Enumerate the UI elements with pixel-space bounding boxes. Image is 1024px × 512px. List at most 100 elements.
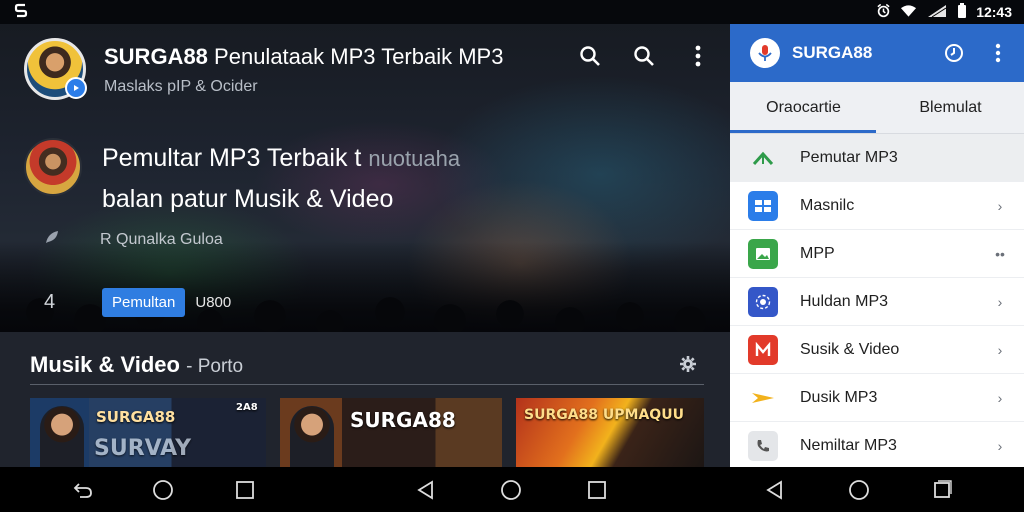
channel-header: SURGA88 Penulataak MP3 Terbaik MP3 Masla… — [24, 38, 503, 100]
list-item[interactable]: MPP •• — [730, 230, 1024, 278]
search-icon[interactable] — [578, 44, 602, 68]
chevron-right-icon: › — [997, 293, 1003, 310]
card-thumbnail — [290, 406, 334, 468]
app-title: SURGA88 Penulataak MP3 Terbaik MP3 — [104, 44, 503, 70]
signal-icon — [926, 4, 948, 21]
play-button[interactable]: Pemultan — [102, 288, 186, 317]
side-panel: SURGA88 Oraocartie Blemulat Pemutar MP3 — [730, 24, 1024, 467]
wifi-icon — [900, 4, 917, 21]
hero-actions — [578, 44, 710, 68]
card-badge: 2A8 — [236, 402, 258, 413]
list-item-label: Nemiltar MP3 — [800, 436, 897, 454]
channel-text: SURGA88 Penulataak MP3 Terbaik MP3 Masla… — [104, 44, 503, 96]
list-item-label: Dusik MP3 — [800, 388, 878, 406]
featured-title-ghost: nuotuaha — [368, 146, 461, 171]
list-item[interactable]: Dusik MP3 › — [730, 374, 1024, 422]
home-icon[interactable] — [150, 477, 176, 503]
app-title-rest: Penulataak MP3 Terbaik MP3 — [214, 44, 504, 69]
list-item[interactable]: Pemutar MP3 — [730, 134, 1024, 182]
tab-first[interactable]: Oraocartie — [730, 82, 877, 133]
video-card[interactable]: SURGA88 SURVAY 2A8 — [30, 398, 266, 468]
dots-icon: •• — [995, 245, 1005, 262]
chevron-right-icon: › — [997, 341, 1003, 358]
play-arrow-icon — [748, 383, 778, 413]
list-item[interactable]: Nemiltar MP3 › — [730, 422, 1024, 467]
grid-icon — [748, 190, 778, 221]
status-time: 12:43 — [976, 4, 1012, 20]
microphone-icon — [750, 38, 780, 68]
list-item-label: Huldan MP3 — [800, 292, 889, 310]
chevron-right-icon: › — [997, 197, 1003, 214]
back-triangle-icon[interactable] — [413, 477, 439, 503]
app-logo-icon — [14, 2, 28, 22]
featured-item[interactable]: Pemultar MP3 Terbaik t nuotuaha balan pa… — [24, 138, 460, 219]
search-icon[interactable] — [632, 44, 656, 68]
featured-title-line1: Pemultar MP3 Terbaik t nuotuaha — [102, 138, 460, 179]
list-item[interactable]: Susik & Video › — [730, 326, 1024, 374]
back-triangle-icon[interactable] — [762, 477, 788, 503]
card-title: SURGA88 — [96, 408, 176, 426]
app-name: SURGA88 — [104, 44, 208, 69]
more-vert-icon[interactable] — [686, 44, 710, 68]
more-vert-icon[interactable] — [986, 41, 1010, 65]
section-title-main: Musik & Video — [30, 352, 180, 377]
video-card[interactable]: SURGA88 — [280, 398, 502, 468]
recents-icon[interactable] — [232, 477, 258, 503]
list-item[interactable]: Masnilc › — [730, 182, 1024, 230]
featured-text: Pemultar MP3 Terbaik t nuotuaha balan pa… — [102, 138, 460, 219]
list-item[interactable]: Huldan MP3 › — [730, 278, 1024, 326]
section-title-sub: - Porto — [186, 356, 244, 377]
meta-text: R Qunalka Guloa — [100, 230, 223, 248]
recents-icon[interactable] — [929, 477, 955, 503]
list-item-trailing — [992, 150, 1008, 166]
navigation-bar — [0, 467, 1024, 512]
list-item-label: MPP — [800, 244, 835, 262]
card-title: SURGA88 — [350, 408, 456, 432]
featured-thumbnail — [24, 138, 82, 196]
screen: 12:43 SURGA88 Penulataak MP3 Terbaik MP3… — [0, 0, 1024, 512]
hero-banner: SURGA88 Penulataak MP3 Terbaik MP3 Masla… — [0, 24, 730, 332]
chevron-right-icon: › — [997, 437, 1003, 454]
panel-title: SURGA88 — [792, 43, 873, 62]
m-icon — [748, 334, 778, 365]
chevron-right-icon: › — [997, 389, 1003, 406]
section-divider — [30, 384, 704, 385]
section-title: Musik & Video - Porto — [30, 352, 243, 378]
gear-icon[interactable] — [676, 352, 700, 376]
home-icon[interactable] — [498, 477, 524, 503]
phone-icon — [748, 430, 778, 461]
featured-title: Pemultar MP3 Terbaik t — [102, 144, 362, 172]
card-subtitle: SURVAY — [94, 436, 192, 461]
crowd-silhouette — [0, 242, 730, 332]
status-icons: 12:43 — [876, 3, 1012, 21]
card-title: SURGA88 UPMAQUU — [524, 407, 684, 423]
video-card[interactable]: SURGA88 UPMAQUU — [516, 398, 704, 468]
clock-icon[interactable] — [942, 41, 966, 65]
active-tab-indicator — [730, 130, 876, 133]
featured-title-line2: balan patur Musik & Video — [102, 185, 394, 213]
alarm-icon — [876, 3, 891, 21]
home-icon[interactable] — [846, 477, 872, 503]
list-item-label: Masnilc — [800, 196, 855, 214]
back-icon[interactable] — [70, 477, 96, 503]
tab-second[interactable]: Blemulat — [877, 82, 1024, 133]
image-icon — [748, 238, 778, 269]
leaf-icon — [44, 229, 62, 250]
channel-avatar[interactable] — [24, 38, 87, 100]
radio-icon — [748, 286, 778, 317]
card-thumbnail — [40, 406, 84, 468]
panel-toolbar: SURGA88 — [730, 24, 1024, 82]
status-bar: 12:43 — [0, 0, 1024, 24]
meta-row: R Qunalka Guloa — [44, 229, 223, 250]
play-count: U800 — [195, 294, 232, 311]
action-row: 4 Pemultan U800 — [44, 288, 231, 317]
channel-subtitle: Maslaks pIP & Ocider — [104, 78, 258, 95]
panel-tabs: Oraocartie Blemulat — [730, 82, 1024, 134]
list-item-label: Pemutar MP3 — [800, 148, 898, 166]
music-video-section: Musik & Video - Porto SURGA88 SURVAY 2A8… — [0, 332, 730, 468]
music-arrow-icon — [748, 143, 778, 173]
recents-icon[interactable] — [584, 477, 610, 503]
battery-icon — [957, 3, 967, 21]
verified-badge-icon — [65, 77, 87, 99]
side-number: 4 — [44, 291, 56, 313]
